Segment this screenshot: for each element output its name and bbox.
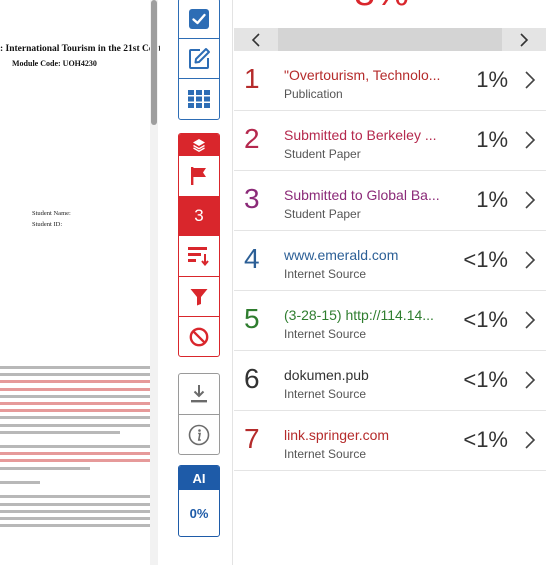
match-tools-group: 3 xyxy=(178,133,220,357)
tool-rail: 3 AI 0% xyxy=(160,0,233,565)
flag-icon xyxy=(191,167,206,185)
overall-similarity: 8% xyxy=(354,0,409,12)
doc-student-fields: Student Name: Student ID: xyxy=(32,208,71,230)
match-number: 6 xyxy=(244,363,260,394)
download-button[interactable] xyxy=(179,374,219,414)
match-source-type: Student Paper xyxy=(284,207,361,221)
match-source-title[interactable]: Submitted to Berkeley ... xyxy=(284,127,442,143)
match-number: 5 xyxy=(244,303,260,334)
layers-button[interactable] xyxy=(179,134,219,156)
chevron-right-icon[interactable] xyxy=(524,251,536,269)
doc-student-name-label: Student Name: xyxy=(32,210,71,217)
doc-student-id-label: Student ID: xyxy=(32,221,63,228)
match-source-title[interactable]: www.emerald.com xyxy=(284,247,442,263)
edit-tool-button[interactable] xyxy=(179,39,219,79)
match-number: 4 xyxy=(244,243,260,274)
ai-label: AI xyxy=(179,466,219,490)
info-button[interactable] xyxy=(179,414,219,454)
match-percent: 1% xyxy=(476,127,508,152)
match-source-type: Publication xyxy=(284,87,343,101)
match-source-type: Internet Source xyxy=(284,387,367,401)
edit-icon xyxy=(189,47,210,69)
checkbox-tool-button[interactable] xyxy=(179,0,219,39)
view-tools-group xyxy=(178,0,220,120)
match-row[interactable]: 3 Submitted to Global Ba... Student Pape… xyxy=(234,171,546,231)
match-row[interactable]: 1 "Overtourism, Technolo... Publication … xyxy=(234,51,546,111)
match-row[interactable]: 5 (3-28-15) http://114.14... Internet So… xyxy=(234,291,546,351)
match-percent: <1% xyxy=(463,307,508,332)
match-overview-panel: 8% 1 "Overtourism, Technolo... Publicati… xyxy=(234,0,546,565)
match-number: 3 xyxy=(244,183,260,214)
match-source-title[interactable]: "Overtourism, Technolo... xyxy=(284,67,442,83)
match-source-type: Internet Source xyxy=(284,447,367,461)
grid-icon xyxy=(188,90,210,108)
match-percent: <1% xyxy=(463,367,508,392)
layers-icon xyxy=(193,139,205,152)
chevron-right-icon[interactable] xyxy=(524,191,536,209)
chevron-right-icon[interactable] xyxy=(524,71,536,89)
doc-scrollbar-thumb[interactable] xyxy=(151,0,157,125)
checkbox-icon xyxy=(189,8,209,29)
match-source-type: Student Paper xyxy=(284,147,361,161)
chevron-right-icon[interactable] xyxy=(524,431,536,449)
block-icon xyxy=(189,327,209,346)
match-source-title[interactable]: (3-28-15) http://114.14... xyxy=(284,307,442,323)
chevron-right-icon[interactable] xyxy=(524,131,536,149)
filter-button[interactable] xyxy=(179,276,219,316)
ai-score-button[interactable]: AI 0% xyxy=(178,465,220,537)
match-percent: <1% xyxy=(463,247,508,272)
ai-score-value: 0% xyxy=(189,505,209,521)
match-row[interactable]: 6 dokumen.pub Internet Source <1% xyxy=(234,351,546,411)
chevron-left-icon xyxy=(251,32,260,47)
match-source-type: Internet Source xyxy=(284,267,367,281)
match-source-type: Internet Source xyxy=(284,327,367,341)
filter-icon xyxy=(190,288,208,305)
match-number: 2 xyxy=(244,123,260,154)
chevron-right-icon[interactable] xyxy=(524,371,536,389)
previous-match-button[interactable] xyxy=(234,28,278,51)
sort-button[interactable] xyxy=(179,236,219,276)
match-row[interactable]: 4 www.emerald.com Internet Source <1% xyxy=(234,231,546,291)
exclude-button[interactable] xyxy=(179,316,219,356)
match-source-title[interactable]: dokumen.pub xyxy=(284,367,442,383)
match-row[interactable]: 2 Submitted to Berkeley ... Student Pape… xyxy=(234,111,546,171)
match-list: 1 "Overtourism, Technolo... Publication … xyxy=(234,51,546,471)
chevron-right-icon[interactable] xyxy=(524,311,536,329)
document-preview[interactable]: : International Tourism in the 21st Cent… xyxy=(0,0,160,565)
match-percent: 1% xyxy=(476,67,508,92)
next-match-button[interactable] xyxy=(502,28,546,51)
sort-icon xyxy=(188,247,209,266)
match-row[interactable]: 7 link.springer.com Internet Source <1% xyxy=(234,411,546,471)
download-icon xyxy=(191,385,207,403)
match-number: 7 xyxy=(244,423,260,454)
doc-title: : International Tourism in the 21st Cent… xyxy=(0,44,160,54)
turnitin-viewer: : International Tourism in the 21st Cent… xyxy=(0,0,546,565)
match-navigation-bar xyxy=(234,28,546,51)
info-icon xyxy=(188,424,210,445)
flag-count[interactable]: 3 xyxy=(179,196,219,236)
doc-body-text xyxy=(0,366,158,531)
chevron-right-icon xyxy=(520,32,529,47)
match-percent: <1% xyxy=(463,427,508,452)
match-percent: 1% xyxy=(476,187,508,212)
grid-view-button[interactable] xyxy=(179,79,219,119)
match-source-title[interactable]: link.springer.com xyxy=(284,427,442,443)
utility-tools-group xyxy=(178,373,220,455)
flag-button[interactable] xyxy=(179,156,219,196)
match-number: 1 xyxy=(244,63,260,94)
doc-module-code: Module Code: UOH4230 xyxy=(12,59,97,68)
match-source-title[interactable]: Submitted to Global Ba... xyxy=(284,187,442,203)
